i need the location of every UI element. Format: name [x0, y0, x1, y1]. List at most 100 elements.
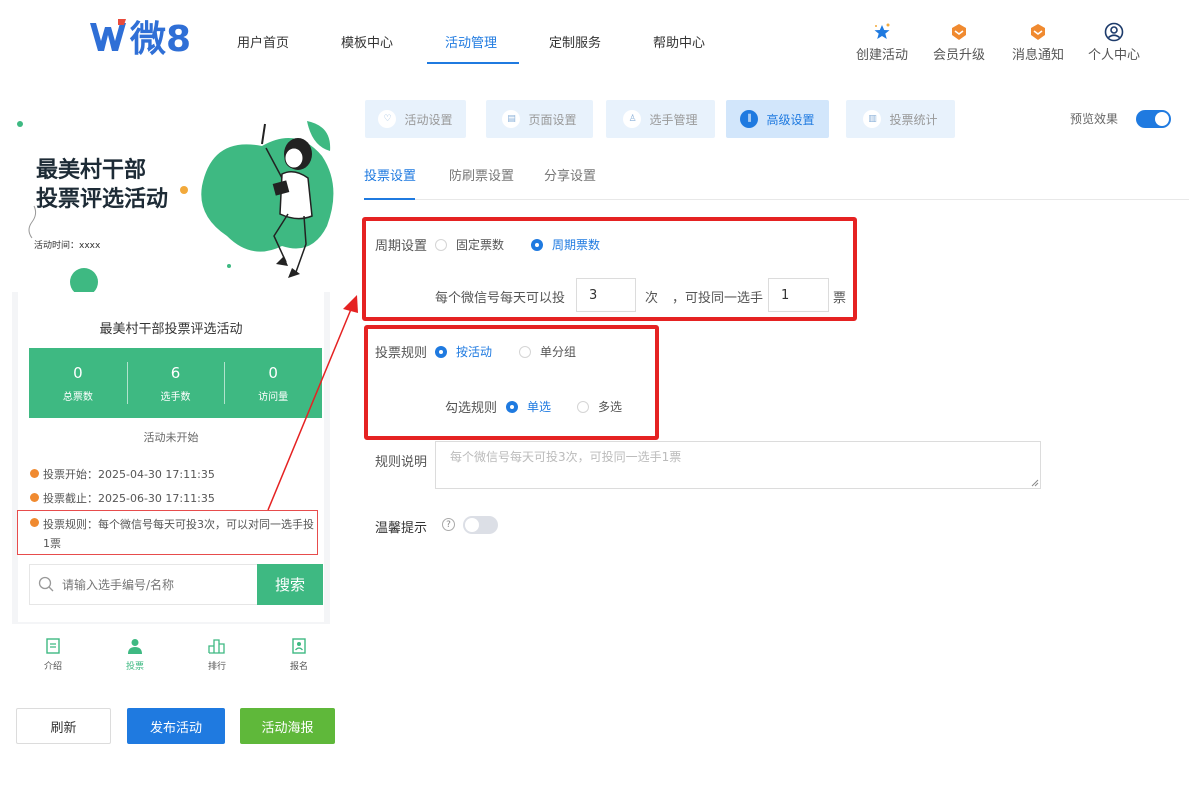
toggle-knob	[465, 518, 479, 532]
radio-by-activity[interactable]: 按活动	[435, 343, 492, 360]
banner-title: 最美村干部 投票评选活动	[36, 156, 168, 214]
nav-active-underline	[427, 62, 519, 64]
tab-ranking-label: 排行	[207, 662, 226, 672]
user-icon: ♙	[623, 110, 642, 128]
top-header: 微8 用户首页 模板中心 活动管理 定制服务 帮助中心 创建活动 会员升级 消息…	[0, 0, 1200, 80]
nav-template-center[interactable]: 模板中心	[341, 32, 393, 51]
vote-end-line: 投票截止：2025-06-30 17:11:35	[30, 490, 215, 506]
refresh-button[interactable]: 刷新	[16, 708, 111, 744]
stats-panel: 0 总票数 6 选手数 0 访问量	[29, 348, 322, 418]
personal-center-label: 个人中心	[1088, 48, 1141, 63]
warm-tips-label: 温馨提示	[375, 521, 428, 536]
stat-players: 6 选手数	[126, 348, 225, 418]
radio-label: 固定票数	[456, 238, 505, 252]
search-button[interactable]: 搜索	[257, 564, 323, 605]
preview-effect-toggle[interactable]	[1136, 110, 1171, 128]
cycle-settings-label: 周期设置	[375, 239, 428, 254]
crown-badge-icon	[948, 22, 970, 42]
subtab-divider	[364, 199, 1189, 200]
check-rule-label: 勾选规则	[445, 401, 498, 416]
warm-tips-toggle[interactable]	[463, 516, 498, 534]
stat-total-votes: 0 总票数	[29, 348, 127, 418]
intro-doc-icon	[46, 638, 60, 654]
radio-single-choice[interactable]: 单选	[506, 398, 551, 415]
radio-label: 多选	[598, 400, 623, 414]
page-icon: ▤	[502, 110, 521, 128]
signup-icon	[292, 638, 306, 654]
tab-activity-settings-label: 活动设置	[404, 112, 453, 127]
radio-single-group[interactable]: 单分组	[519, 343, 576, 360]
sliders-icon: ⫼	[740, 110, 759, 128]
radio-circle	[506, 400, 518, 413]
banner-title-line2: 投票评选活动	[36, 187, 169, 212]
nav-custom-service[interactable]: 定制服务	[549, 32, 601, 51]
radio-circle	[531, 238, 543, 251]
banner-time: 活动时间：xxxx	[34, 241, 101, 251]
member-upgrade-label: 会员升级	[933, 48, 986, 63]
vote-start-line: 投票开始：2025-04-30 17:11:35	[30, 466, 215, 482]
ranking-icon	[208, 639, 225, 654]
stat-value: 6	[170, 363, 181, 382]
nav-activity-management[interactable]: 活动管理	[445, 32, 497, 51]
logo[interactable]: 微8	[88, 14, 191, 60]
help-question-icon[interactable]: ?	[442, 518, 455, 531]
radio-label: 单选	[527, 400, 552, 414]
votes-unit-label: 票	[833, 291, 847, 306]
notifications-label: 消息通知	[1012, 48, 1065, 63]
tab-intro[interactable]: 介绍	[12, 638, 94, 684]
logo-w-icon	[90, 19, 126, 51]
activity-status: 活动未开始	[143, 431, 199, 444]
tab-activity-settings[interactable]: ♡ 活动设置	[365, 100, 466, 138]
orange-dot-icon	[30, 469, 39, 478]
preview-tabbar: 介绍 投票 排行 报名	[12, 638, 340, 684]
app-root: 微8 用户首页 模板中心 活动管理 定制服务 帮助中心 创建活动 会员升级 消息…	[0, 0, 1200, 796]
rule-description-label: 规则说明	[375, 455, 428, 470]
create-activity-button[interactable]: 创建活动	[856, 22, 908, 63]
stat-label: 总票数	[62, 391, 93, 403]
nav-user-home[interactable]: 用户首页	[237, 32, 289, 51]
activity-poster-button[interactable]: 活动海报	[240, 708, 335, 744]
tab-signup[interactable]: 报名	[258, 638, 340, 684]
notifications-button[interactable]: 消息通知	[1012, 22, 1064, 63]
stat-visits: 0 访问量	[224, 348, 322, 418]
tab-page-settings[interactable]: ▤ 页面设置	[486, 100, 593, 138]
stat-label: 选手数	[160, 391, 191, 403]
search-input[interactable]	[30, 565, 258, 604]
preview-effect-label: 预览效果	[1070, 112, 1119, 126]
activity-title: 最美村干部投票评选活动	[99, 322, 243, 337]
radio-label: 按活动	[456, 345, 493, 359]
same-player-label: ，可投同一选手	[672, 291, 764, 306]
nav-help-center[interactable]: 帮助中心	[653, 32, 705, 51]
create-activity-label: 创建活动	[856, 48, 909, 63]
per-day-input[interactable]: 3	[576, 278, 636, 312]
tab-advanced-settings[interactable]: ⫼ 高级设置	[726, 100, 829, 138]
personal-center-button[interactable]: 个人中心	[1088, 22, 1140, 63]
same-player-input[interactable]: 1	[768, 278, 829, 312]
tab-player-management[interactable]: ♙ 选手管理	[606, 100, 715, 138]
tab-player-management-label: 选手管理	[649, 112, 698, 127]
orange-dot-icon	[30, 493, 39, 502]
radio-label: 周期票数	[552, 238, 601, 252]
vote-rule-label: 投票规则	[375, 346, 428, 361]
member-upgrade-button[interactable]: 会员升级	[933, 22, 985, 63]
radio-cycle-votes[interactable]: 周期票数	[531, 236, 600, 253]
subtab-share-settings[interactable]: 分享设置	[544, 165, 596, 184]
vote-end-text: 投票截止：2025-06-30 17:11:35	[43, 492, 215, 505]
tab-vote-statistics[interactable]: ▥ 投票统计	[846, 100, 955, 138]
banner-title-line1: 最美村干部	[36, 158, 147, 183]
publish-activity-button[interactable]: 发布活动	[127, 708, 225, 744]
logo-text: 微8	[130, 19, 192, 60]
subtab-anti-brush-settings[interactable]: 防刷票设置	[449, 165, 514, 184]
tab-vote[interactable]: 投票	[94, 638, 176, 684]
sparkle-star-icon	[871, 22, 893, 42]
vote-start-text: 投票开始：2025-04-30 17:11:35	[43, 468, 215, 481]
tab-vote-statistics-label: 投票统计	[889, 112, 938, 127]
heart-icon: ♡	[378, 110, 397, 128]
stat-value: 0	[268, 363, 278, 382]
radio-fixed-votes[interactable]: 固定票数	[435, 236, 504, 253]
subtab-vote-settings[interactable]: 投票设置	[364, 165, 416, 184]
subtab-active-underline	[364, 198, 415, 200]
rule-description-textarea[interactable]: 每个微信号每天可投3次，可投同一选手1票	[435, 441, 1041, 489]
radio-multi-choice[interactable]: 多选	[577, 398, 622, 415]
tab-ranking[interactable]: 排行	[176, 638, 258, 684]
